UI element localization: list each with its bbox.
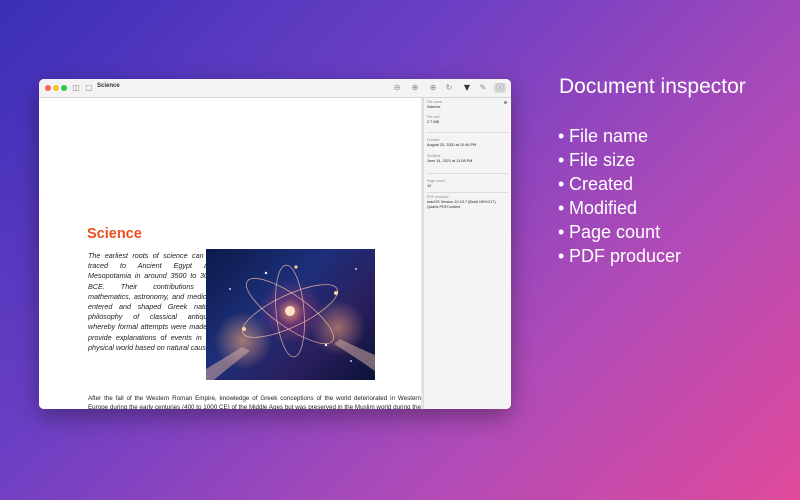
feature-label: Created	[569, 174, 634, 194]
feature-label: Modified	[569, 198, 638, 218]
document-title: Science	[97, 83, 120, 89]
science-photo	[206, 249, 375, 380]
created-value: August 20, 2020 at 10:46 PM	[427, 143, 477, 147]
feature-label: Page count	[569, 222, 661, 242]
feature-label: File size	[569, 150, 636, 170]
markup-icon[interactable]: ✎	[478, 83, 488, 93]
highlight-icon[interactable]: ▼	[462, 83, 472, 93]
bullet-icon: •	[558, 198, 565, 218]
feature-item: • File name	[558, 124, 681, 148]
document-page: Science The earliest roots of science ca…	[39, 98, 421, 409]
feature-item: • Modified	[558, 196, 681, 220]
window-titlebar: ◫ ▢ Science ⊖ ⊕ ⊕ ↻ ▼ ✎ ⓘ	[39, 79, 511, 98]
file-size-value: 2.7 MB	[427, 120, 440, 124]
modified-value: June 14, 2021 at 11:08 PM	[427, 159, 473, 163]
bullet-icon: •	[558, 222, 565, 242]
inspector-file-name: File name Science	[427, 100, 507, 110]
inspector-divider	[427, 192, 509, 193]
promo-headline: Document inspector	[559, 75, 746, 98]
page-title: Science	[87, 226, 142, 242]
inspector-divider	[427, 173, 509, 174]
atom-illustration	[206, 264, 375, 380]
zoom-fit-icon[interactable]: ⊕	[428, 83, 438, 93]
feature-label: File name	[569, 126, 649, 146]
zoom-in-icon[interactable]: ⊕	[410, 83, 420, 93]
feature-item: • File size	[558, 148, 681, 172]
inspector-created: Created August 20, 2020 at 10:46 PM	[427, 138, 507, 148]
feature-item: • Created	[558, 172, 681, 196]
rotate-icon[interactable]: ↻	[444, 83, 454, 93]
bullet-icon: •	[558, 150, 565, 170]
inspector-panel: File name Science File size 2.7 MB Creat…	[423, 98, 511, 409]
zoom-window-button[interactable]	[61, 85, 67, 91]
inspector-modified: Modified June 14, 2021 at 11:08 PM	[427, 154, 507, 164]
feature-item: • Page count	[558, 220, 681, 244]
pdf-viewer-window: ◫ ▢ Science ⊖ ⊕ ⊕ ↻ ▼ ✎ ⓘ Science The ea…	[39, 79, 511, 409]
intro-paragraph: The earliest roots of science can be tra…	[88, 251, 216, 352]
minimize-window-button[interactable]	[53, 85, 59, 91]
file-name-value: Science	[427, 105, 441, 109]
bullet-icon: •	[558, 174, 565, 194]
inspector-divider	[427, 132, 509, 133]
pdf-producer-value: macOS Version 10.15.7 (Build 19H1217) Qu…	[427, 200, 496, 209]
feature-list: • File name • File size • Created • Modified…	[558, 124, 681, 268]
body-paragraph: After the fall of the Western Roman Empi…	[88, 395, 421, 409]
inspector-file-size: File size 2.7 MB	[427, 115, 507, 125]
bullet-icon: •	[558, 126, 565, 146]
zoom-out-icon[interactable]: ⊖	[392, 83, 402, 93]
feature-label: PDF producer	[569, 246, 682, 266]
info-icon[interactable]: ⓘ	[494, 83, 506, 93]
inspector-pdf-producer: PDF producer macOS Version 10.15.7 (Buil…	[427, 195, 507, 209]
bullet-icon: •	[558, 246, 565, 266]
close-window-button[interactable]	[45, 85, 51, 91]
sidebar-toggle-icon[interactable]: ◫	[71, 83, 81, 93]
page-count-value: 19	[427, 184, 432, 188]
inspector-page-count: Page count 19	[427, 179, 507, 189]
feature-item: • PDF producer	[558, 244, 681, 268]
document-icon: ▢	[85, 83, 93, 92]
